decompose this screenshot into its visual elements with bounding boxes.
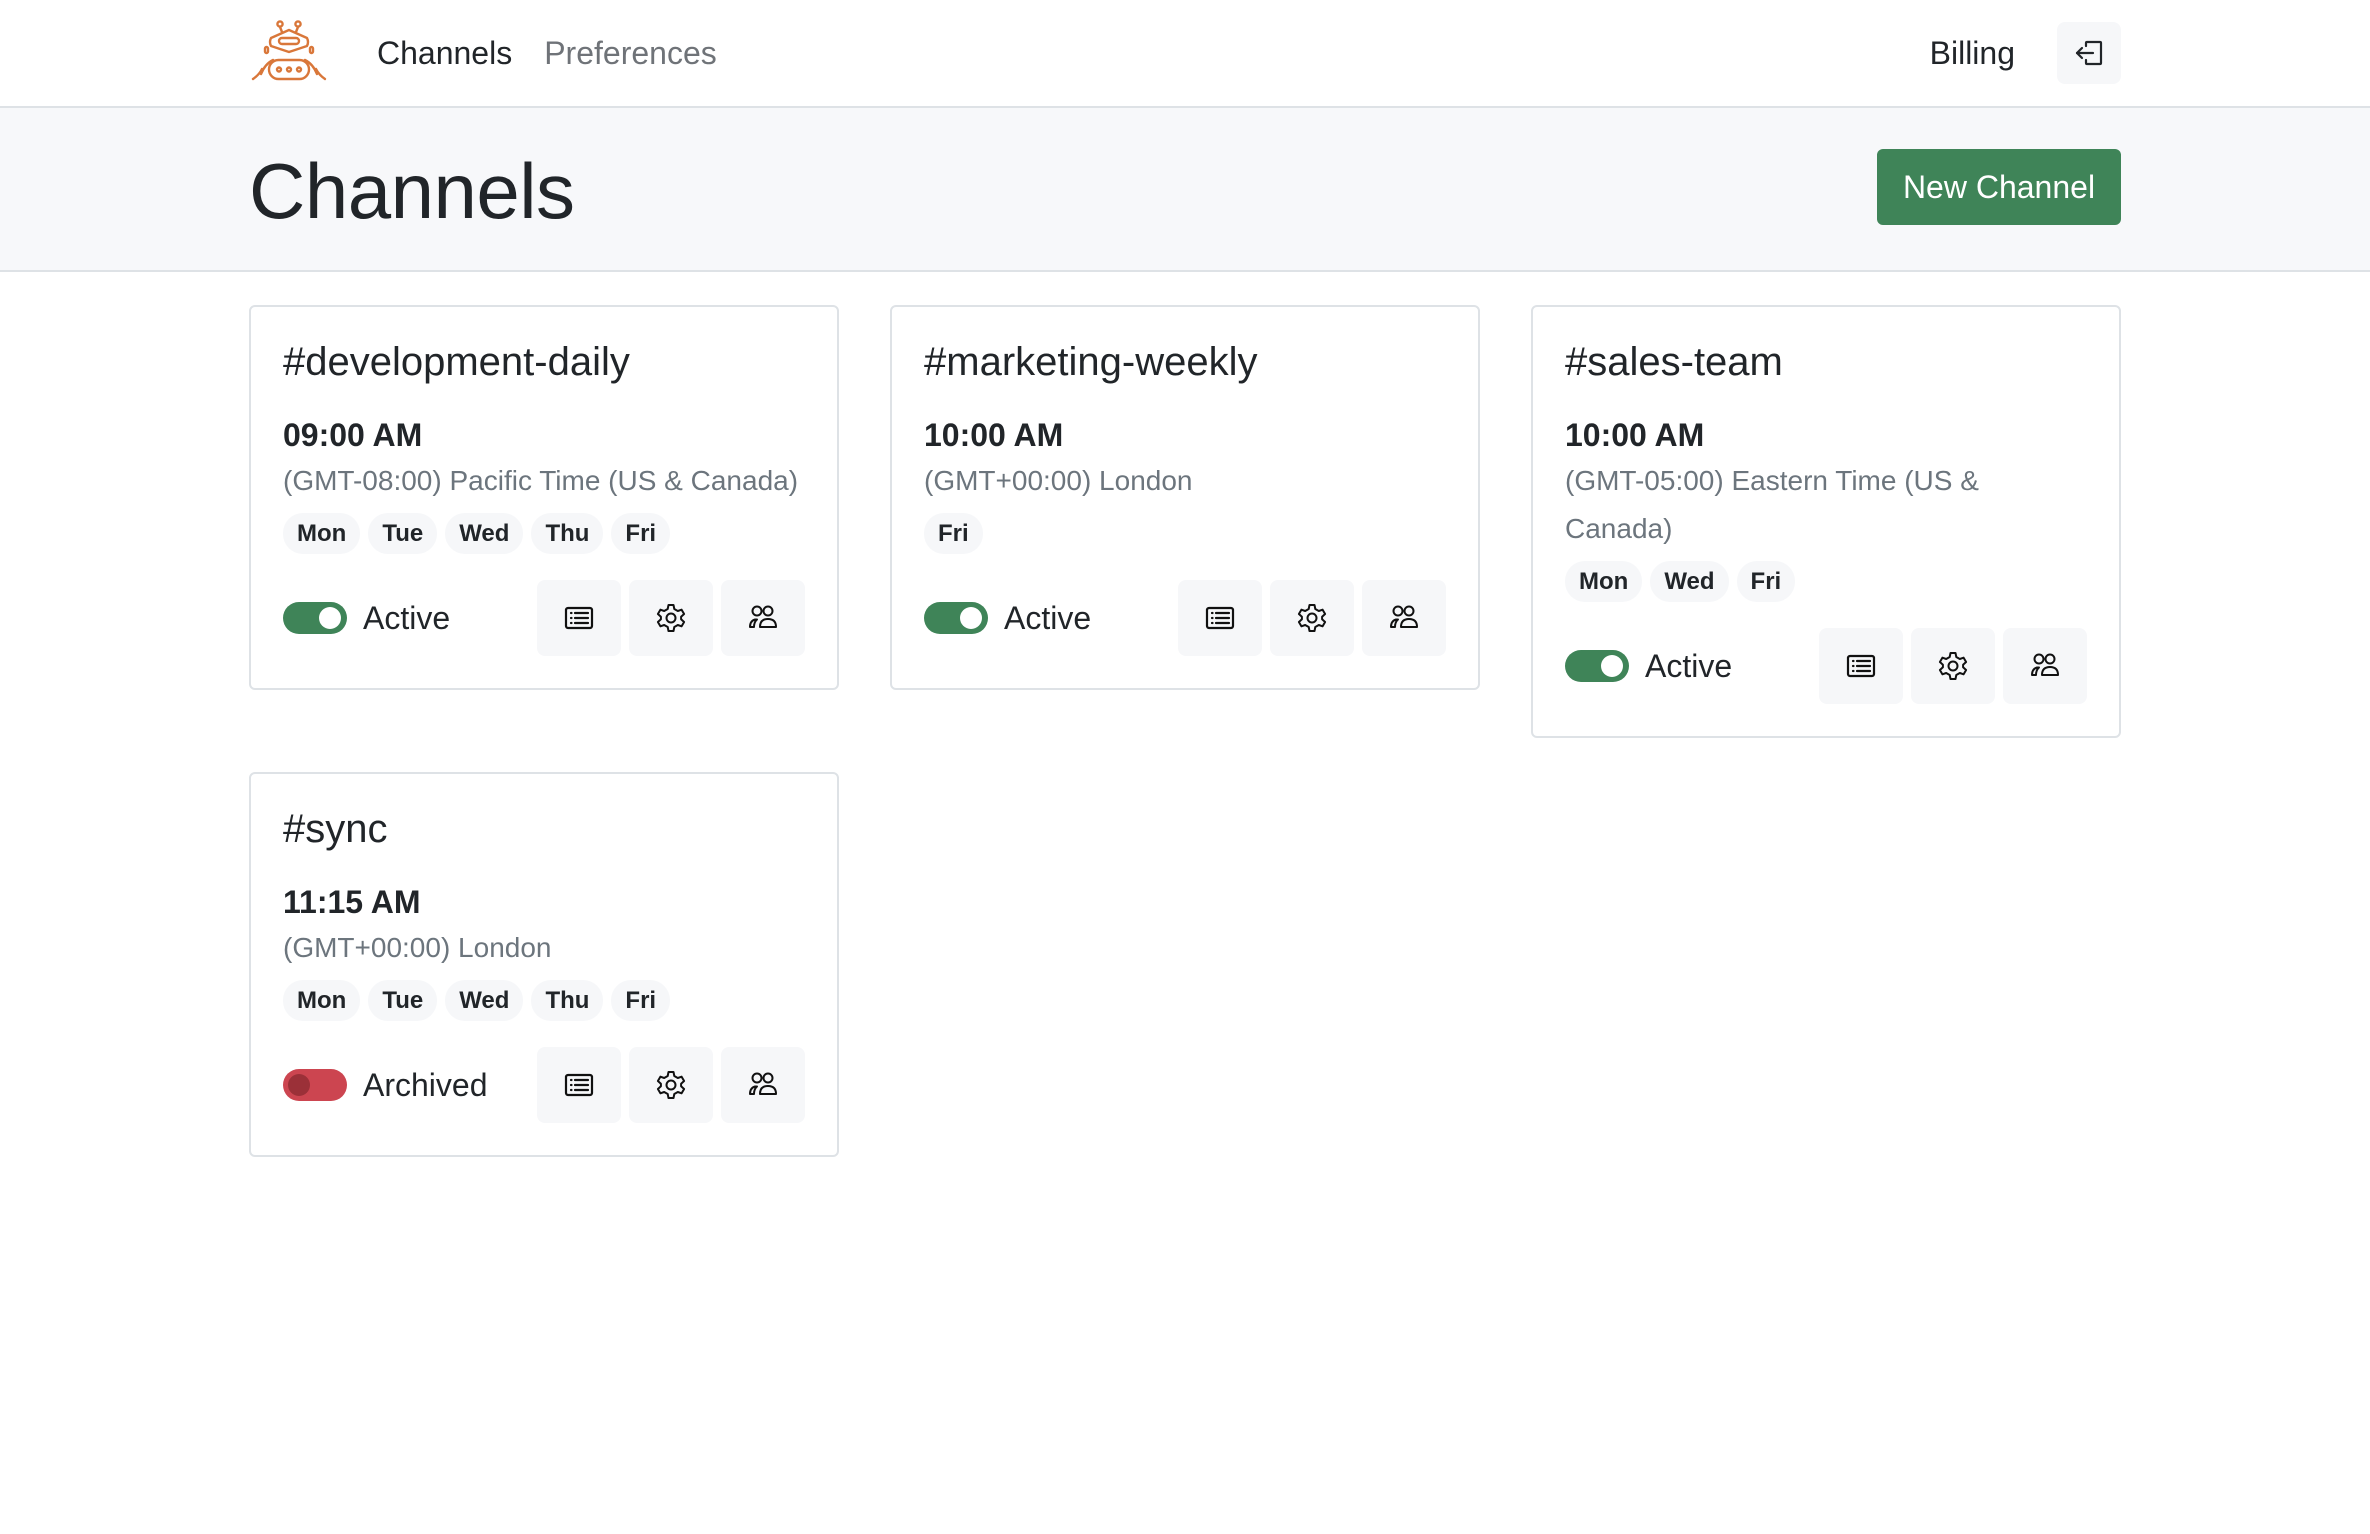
card-actions bbox=[537, 1047, 805, 1123]
days-list: Fri bbox=[924, 513, 1446, 554]
gear-icon bbox=[1937, 650, 1969, 682]
status-label: Archived bbox=[363, 1066, 488, 1103]
day-badge: Wed bbox=[445, 513, 524, 554]
nav-link-billing[interactable]: Billing bbox=[1930, 35, 2015, 72]
settings-button[interactable] bbox=[1911, 628, 1995, 704]
day-badge: Fri bbox=[611, 513, 671, 554]
gear-icon bbox=[1296, 602, 1328, 634]
channel-card: #sales-team 10:00 AM (GMT-05:00) Eastern… bbox=[1531, 305, 2121, 738]
channel-name: #sync bbox=[283, 807, 388, 851]
gear-icon bbox=[655, 1069, 687, 1101]
day-badge: Wed bbox=[1650, 561, 1729, 602]
logout-button[interactable] bbox=[2057, 22, 2121, 84]
day-badge: Mon bbox=[283, 513, 361, 554]
members-button[interactable] bbox=[721, 1047, 805, 1123]
card-footer: Active bbox=[283, 580, 805, 656]
status-toggle[interactable] bbox=[283, 602, 347, 634]
toggle-knob bbox=[319, 607, 341, 629]
people-icon bbox=[747, 1069, 779, 1101]
channel-list: #development-daily 09:00 AM (GMT-08:00) … bbox=[249, 272, 2121, 1157]
timezone-label: (GMT-08:00) Pacific Time (US & Canada) bbox=[283, 465, 799, 496]
timezone-label: (GMT+00:00) London bbox=[283, 932, 552, 963]
status-label: Active bbox=[1645, 647, 1733, 684]
channel-card: #development-daily 09:00 AM (GMT-08:00) … bbox=[249, 305, 839, 690]
new-channel-button[interactable]: New Channel bbox=[1877, 149, 2121, 225]
list-icon bbox=[1204, 602, 1236, 634]
channel-name: #development-daily bbox=[283, 340, 630, 384]
day-badge: Thu bbox=[531, 513, 604, 554]
members-button[interactable] bbox=[721, 580, 805, 656]
channel-grid: #development-daily 09:00 AM (GMT-08:00) … bbox=[249, 272, 2121, 1157]
channel-name: #marketing-weekly bbox=[924, 340, 1258, 384]
nav-link-preferences[interactable]: Preferences bbox=[544, 35, 717, 72]
list-icon bbox=[563, 1069, 595, 1101]
timezone-label: (GMT+00:00) London bbox=[924, 465, 1193, 496]
channel-card: #sync 11:15 AM (GMT+00:00) London Mon Tue… bbox=[249, 772, 839, 1157]
page-title: Channels bbox=[249, 146, 575, 235]
status-label: Active bbox=[1004, 599, 1092, 636]
card-actions bbox=[1819, 628, 2087, 704]
people-icon bbox=[747, 602, 779, 634]
day-badge: Tue bbox=[368, 980, 438, 1021]
settings-button[interactable] bbox=[1270, 580, 1354, 656]
members-button[interactable] bbox=[2003, 628, 2087, 704]
members-button[interactable] bbox=[1362, 580, 1446, 656]
robot-icon[interactable] bbox=[249, 19, 377, 86]
nav-right: Billing bbox=[1930, 22, 2121, 84]
card-actions bbox=[1178, 580, 1446, 656]
gear-icon bbox=[655, 602, 687, 634]
settings-button[interactable] bbox=[629, 1047, 713, 1123]
toggle-knob bbox=[288, 1074, 310, 1096]
page-header: Channels New Channel bbox=[0, 108, 2370, 272]
card-footer: Active bbox=[924, 580, 1446, 656]
days-list: Mon Tue Wed Thu Fri bbox=[283, 980, 805, 1021]
status-label: Active bbox=[363, 599, 451, 636]
channel-name: #sales-team bbox=[1565, 340, 1783, 384]
logs-button[interactable] bbox=[537, 580, 621, 656]
settings-button[interactable] bbox=[629, 580, 713, 656]
channel-card: #marketing-weekly 10:00 AM (GMT+00:00) L… bbox=[890, 305, 1480, 690]
day-badge: Mon bbox=[1565, 561, 1643, 602]
day-badge: Mon bbox=[283, 980, 361, 1021]
day-badge: Tue bbox=[368, 513, 438, 554]
card-footer: Active bbox=[1565, 628, 2087, 704]
schedule-time: 10:00 AM bbox=[1565, 417, 1705, 453]
day-badge: Fri bbox=[1736, 561, 1796, 602]
schedule-time: 10:00 AM bbox=[924, 417, 1064, 453]
top-navbar: Channels Preferences Billing bbox=[0, 0, 2370, 108]
card-footer: Archived bbox=[283, 1047, 805, 1123]
timezone-label: (GMT-05:00) Eastern Time (US & Canada) bbox=[1565, 465, 1979, 544]
list-icon bbox=[563, 602, 595, 634]
days-list: Mon Wed Fri bbox=[1565, 561, 2087, 602]
logs-button[interactable] bbox=[1819, 628, 1903, 704]
people-icon bbox=[1388, 602, 1420, 634]
card-actions bbox=[537, 580, 805, 656]
schedule-time: 11:15 AM bbox=[283, 884, 421, 920]
status-toggle[interactable] bbox=[283, 1069, 347, 1101]
toggle-knob bbox=[960, 607, 982, 629]
logout-icon bbox=[2075, 40, 2103, 66]
toggle-knob bbox=[1601, 655, 1623, 677]
list-icon bbox=[1845, 650, 1877, 682]
people-icon bbox=[2029, 650, 2061, 682]
day-badge: Fri bbox=[924, 513, 983, 554]
day-badge: Fri bbox=[611, 980, 671, 1021]
status-toggle[interactable] bbox=[1565, 650, 1629, 682]
schedule-time: 09:00 AM bbox=[283, 417, 423, 453]
logs-button[interactable] bbox=[1178, 580, 1262, 656]
day-badge: Wed bbox=[445, 980, 524, 1021]
status-toggle[interactable] bbox=[924, 602, 988, 634]
days-list: Mon Tue Wed Thu Fri bbox=[283, 513, 805, 554]
nav-link-channels[interactable]: Channels bbox=[377, 35, 512, 72]
day-badge: Thu bbox=[531, 980, 604, 1021]
logs-button[interactable] bbox=[537, 1047, 621, 1123]
